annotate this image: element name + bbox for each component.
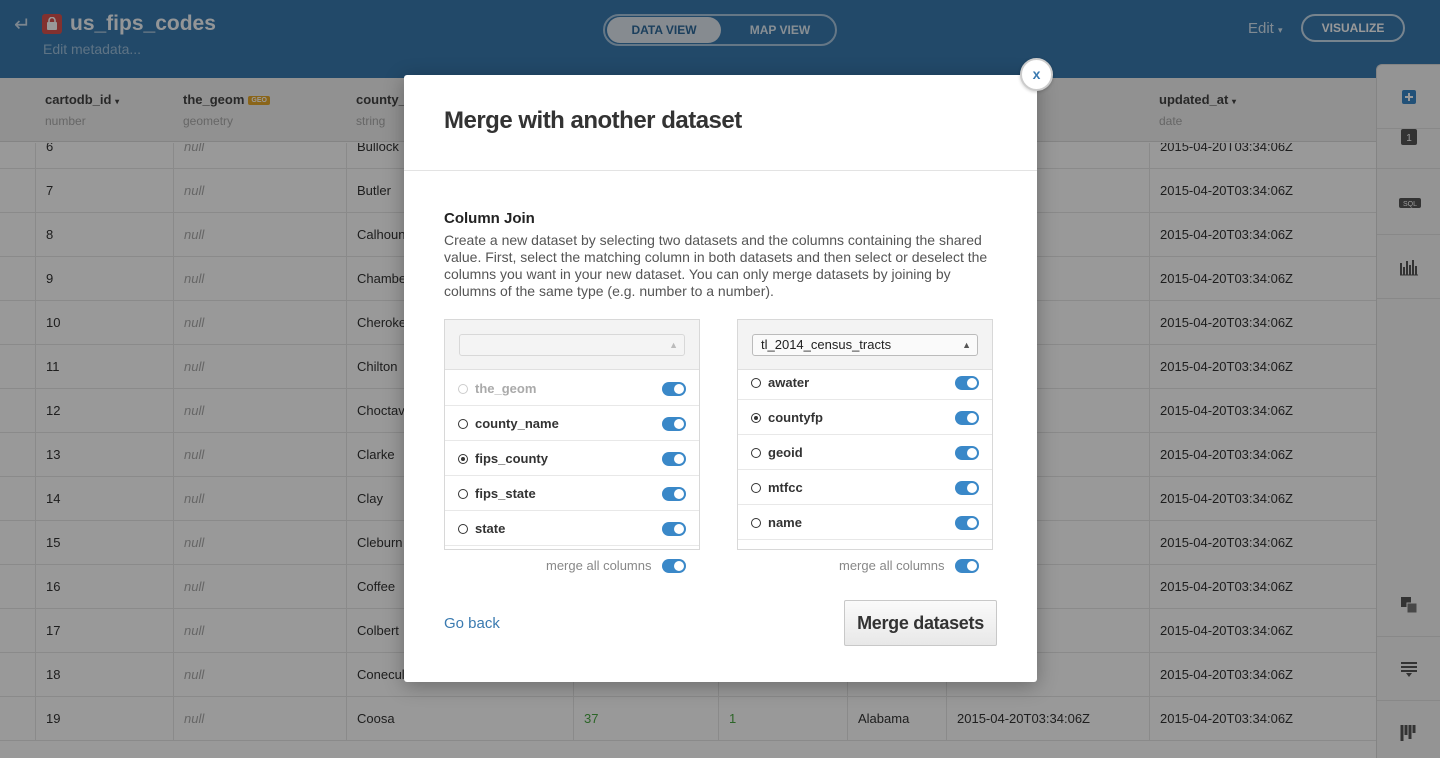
- right-column-item: mtfcc: [738, 470, 992, 505]
- column-include-toggle[interactable]: [662, 522, 686, 536]
- right-merge-all-toggle[interactable]: [955, 559, 979, 573]
- go-back-link[interactable]: Go back: [444, 615, 500, 632]
- left-column-item: fips_county: [445, 441, 699, 476]
- select-arrows-icon: ▲: [962, 340, 971, 350]
- left-column-item: fips_state: [445, 476, 699, 511]
- column-label: name: [768, 515, 802, 530]
- section-title: Column Join: [444, 210, 535, 227]
- column-include-toggle[interactable]: [955, 481, 979, 495]
- left-dataset-panel: ▲ the_geom county_name fips_county fips_sta…: [444, 319, 700, 550]
- join-column-radio[interactable]: [751, 518, 761, 528]
- right-column-item: awater: [738, 365, 992, 400]
- column-include-toggle[interactable]: [662, 382, 686, 396]
- left-column-item: state: [445, 511, 699, 546]
- right-column-item: geoid: [738, 435, 992, 470]
- column-label: county_name: [475, 416, 559, 431]
- right-dataset-select-value: tl_2014_census_tracts: [761, 337, 892, 352]
- column-include-toggle[interactable]: [662, 417, 686, 431]
- join-column-radio[interactable]: [458, 489, 468, 499]
- column-include-toggle[interactable]: [662, 452, 686, 466]
- merge-dataset-dialog: Merge with another dataset Column Join C…: [404, 75, 1037, 682]
- divider: [404, 170, 1037, 171]
- right-column-item: countyfp: [738, 400, 992, 435]
- join-column-radio[interactable]: [751, 448, 761, 458]
- column-label: mtfcc: [768, 480, 803, 495]
- column-include-toggle[interactable]: [955, 376, 979, 390]
- column-label: the_geom: [475, 381, 537, 396]
- left-merge-all-toggle[interactable]: [662, 559, 686, 573]
- left-dataset-header: ▲: [445, 320, 699, 370]
- merge-datasets-button[interactable]: Merge datasets: [844, 600, 997, 646]
- section-description: Create a new dataset by selecting two da…: [444, 232, 988, 299]
- left-column-item: the_geom: [445, 371, 699, 406]
- join-column-radio[interactable]: [458, 524, 468, 534]
- join-column-radio[interactable]: [458, 454, 468, 464]
- column-include-toggle[interactable]: [955, 516, 979, 530]
- join-column-radio[interactable]: [751, 378, 761, 388]
- column-label: state: [475, 521, 506, 536]
- left-dataset-select[interactable]: ▲: [459, 334, 685, 356]
- close-icon[interactable]: x: [1020, 58, 1053, 91]
- dialog-title: Merge with another dataset: [444, 107, 742, 134]
- right-column-item: name: [738, 505, 992, 540]
- column-include-toggle[interactable]: [955, 446, 979, 460]
- column-include-toggle[interactable]: [662, 487, 686, 501]
- column-include-toggle[interactable]: [955, 411, 979, 425]
- left-merge-all-label: merge all columns: [546, 558, 652, 573]
- right-dataset-select[interactable]: tl_2014_census_tracts ▲: [752, 334, 978, 356]
- column-label: fips_state: [475, 486, 536, 501]
- join-column-radio[interactable]: [458, 419, 468, 429]
- right-merge-all-label: merge all columns: [839, 558, 945, 573]
- column-label: fips_county: [475, 451, 548, 466]
- right-dataset-panel: tl_2014_census_tracts ▲ awater countyfp geo…: [737, 319, 993, 550]
- select-arrows-icon: ▲: [669, 340, 678, 350]
- column-label: geoid: [768, 445, 803, 460]
- join-column-radio[interactable]: [751, 413, 761, 423]
- column-label: awater: [768, 375, 810, 390]
- join-column-radio: [458, 384, 468, 394]
- left-column-item: county_name: [445, 406, 699, 441]
- join-column-radio[interactable]: [751, 483, 761, 493]
- column-label: countyfp: [768, 410, 823, 425]
- right-dataset-header: tl_2014_census_tracts ▲: [738, 320, 992, 370]
